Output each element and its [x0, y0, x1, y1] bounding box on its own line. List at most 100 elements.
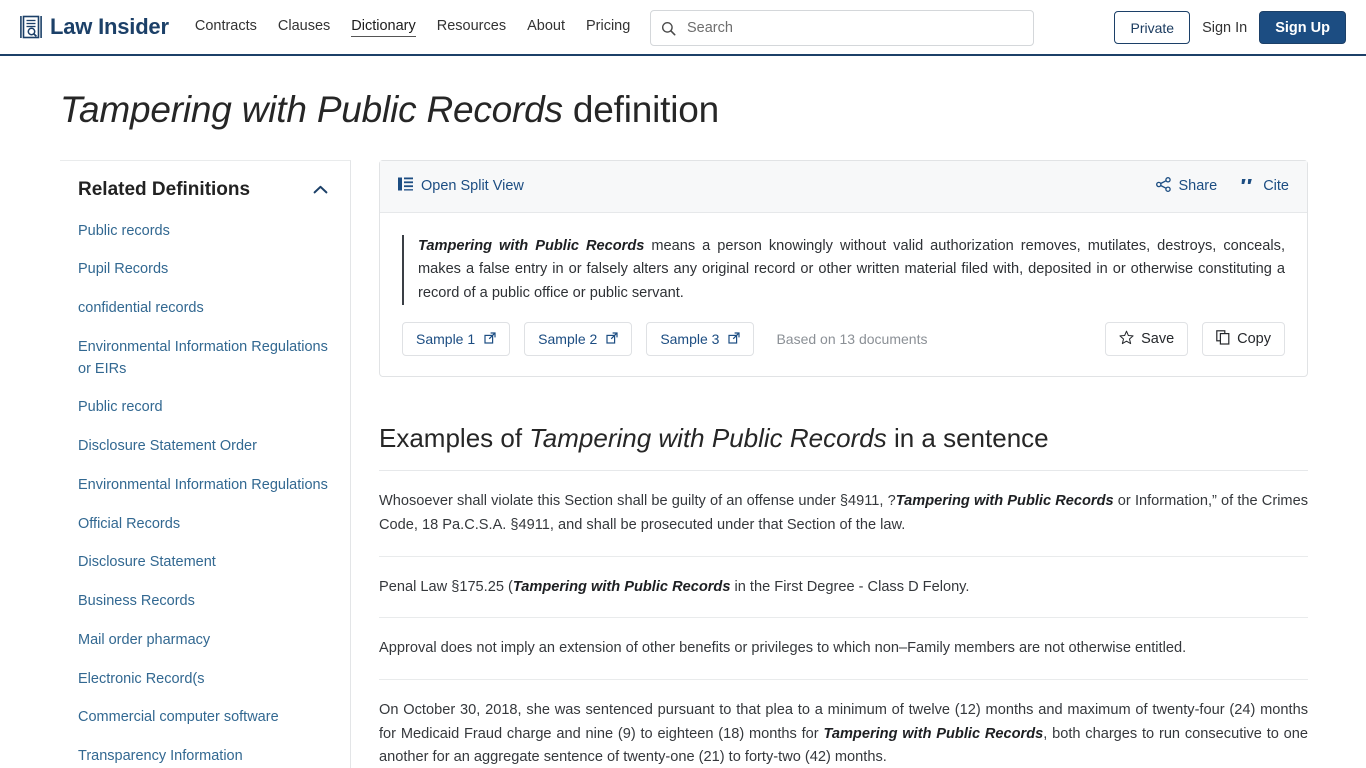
sign-up-button[interactable]: Sign Up	[1259, 11, 1346, 44]
sample-1-label: Sample 1	[416, 331, 476, 348]
nav-item-dictionary[interactable]: Dictionary	[351, 18, 416, 37]
sample-2-button[interactable]: Sample 2	[524, 322, 633, 357]
examples-heading-suffix: in a sentence	[886, 423, 1049, 454]
copy-icon	[1216, 330, 1230, 349]
sidebar-item-public-records[interactable]: Public records	[78, 221, 328, 243]
example-term: Tampering with Public Records	[823, 725, 1044, 742]
split-view-icon	[398, 177, 413, 195]
list-item: Disclosure Statement	[78, 552, 328, 574]
sidebar-item-confidential-records[interactable]: confidential records	[78, 298, 328, 320]
list-item: Mail order pharmacy	[78, 630, 328, 652]
sidebar-item-mail-order-pharmacy[interactable]: Mail order pharmacy	[78, 630, 328, 652]
examples-heading-term: Tampering with Public Records	[529, 423, 887, 454]
sidebar-item-environmental-information-regulations-or-eirs[interactable]: Environmental Information Regulations or…	[78, 337, 328, 381]
nav-item-resources[interactable]: Resources	[437, 18, 506, 36]
example-term: Tampering with Public Records	[512, 578, 731, 595]
example-sentence: On October 30, 2018, she was sentenced p…	[379, 680, 1308, 768]
copy-label: Copy	[1237, 331, 1271, 348]
share-button[interactable]: Share	[1155, 176, 1217, 196]
list-item: Public record	[78, 397, 328, 419]
save-label: Save	[1141, 331, 1175, 348]
related-definitions-list: Public records Pupil Records confidentia…	[78, 221, 328, 768]
page-title-suffix: definition	[562, 89, 720, 130]
copy-button[interactable]: Copy	[1202, 322, 1285, 357]
cite-button[interactable]: Cite	[1241, 178, 1289, 194]
example-sentence: Whosoever shall violate this Section sha…	[379, 471, 1308, 557]
definition-term: Tampering with Public Records	[418, 237, 645, 254]
sidebar-item-public-record[interactable]: Public record	[78, 397, 328, 419]
search-input[interactable]	[685, 19, 1023, 37]
site-header: Law Insider Contracts Clauses Dictionary…	[0, 0, 1366, 56]
main-content: Open Split View Share Cite Tampering wit…	[351, 159, 1366, 768]
list-item: Commercial computer software	[78, 707, 328, 729]
definition-toolbar: Open Split View Share Cite	[380, 160, 1307, 213]
definition-card: Open Split View Share Cite Tampering wit…	[379, 159, 1308, 378]
example-sentence: Penal Law §175.25 (Tampering with Public…	[379, 557, 1308, 619]
sidebar-item-business-records[interactable]: Business Records	[78, 591, 328, 613]
sidebar-item-environmental-information-regulations[interactable]: Environmental Information Regulations	[78, 475, 328, 497]
sample-3-label: Sample 3	[660, 331, 720, 348]
list-item: Electronic Record(s	[78, 669, 328, 691]
sidebar-item-disclosure-statement[interactable]: Disclosure Statement	[78, 552, 328, 574]
list-item: confidential records	[78, 298, 328, 320]
list-item: Official Records	[78, 514, 328, 536]
main-layout: Related Definitions Public records Pupil…	[0, 159, 1366, 768]
list-item: Environmental Information Regulations or…	[78, 337, 328, 381]
document-search-icon	[20, 15, 42, 39]
external-link-icon	[728, 331, 741, 347]
related-definitions-sidebar: Related Definitions Public records Pupil…	[60, 159, 351, 768]
list-item: Pupil Records	[78, 259, 328, 281]
sidebar-item-transparency-information[interactable]: Transparency Information	[78, 746, 328, 768]
logo[interactable]: Law Insider	[20, 14, 169, 40]
sidebar-title: Related Definitions	[78, 178, 251, 200]
list-item: Public records	[78, 221, 328, 243]
sample-1-button[interactable]: Sample 1	[402, 322, 511, 357]
definition-body: Tampering with Public Records means a pe…	[380, 213, 1307, 306]
example-before: Penal Law §175.25 (	[379, 578, 513, 595]
nav-item-contracts[interactable]: Contracts	[195, 18, 257, 36]
quote-icon	[1241, 178, 1255, 194]
save-button[interactable]: Save	[1105, 322, 1189, 357]
example-after: in the First Degree - Class D Felony.	[730, 578, 970, 595]
search-box[interactable]	[650, 10, 1034, 46]
list-item: Environmental Information Regulations	[78, 475, 328, 497]
example-before: Approval does not imply an extension of …	[379, 640, 1187, 657]
page-title-term: Tampering with Public Records	[60, 89, 563, 130]
example-term: Tampering with Public Records	[895, 493, 1114, 510]
list-item: Transparency Information	[78, 746, 328, 768]
external-link-icon	[484, 331, 496, 347]
nav-item-pricing[interactable]: Pricing	[586, 18, 630, 36]
based-on-documents: Based on 13 documents	[776, 331, 928, 348]
examples-heading-prefix: Examples of	[379, 423, 530, 454]
sidebar-item-disclosure-statement-order[interactable]: Disclosure Statement Order	[78, 436, 328, 458]
sample-2-label: Sample 2	[538, 331, 598, 348]
list-item: Business Records	[78, 591, 328, 613]
sidebar-item-commercial-computer-software[interactable]: Commercial computer software	[78, 707, 328, 729]
list-item: Disclosure Statement Order	[78, 436, 328, 458]
private-button[interactable]: Private	[1114, 11, 1191, 44]
search-icon	[661, 21, 676, 36]
example-sentence: Approval does not imply an extension of …	[379, 618, 1308, 681]
sidebar-item-electronic-records[interactable]: Electronic Record(s	[78, 669, 328, 691]
definition-actions: Sample 1 Sample 2 Sample 3 Based on 13 d…	[380, 305, 1307, 376]
sample-3-button[interactable]: Sample 3	[646, 322, 755, 357]
main-nav: Contracts Clauses Dictionary Resources A…	[195, 18, 630, 37]
sidebar-item-official-records[interactable]: Official Records	[78, 514, 328, 536]
nav-item-clauses[interactable]: Clauses	[278, 18, 330, 36]
definition-text: Tampering with Public Records means a pe…	[402, 234, 1285, 306]
cite-label: Cite	[1263, 178, 1289, 195]
examples-heading: Examples of Tampering with Public Record…	[379, 423, 1308, 472]
sidebar-item-pupil-records[interactable]: Pupil Records	[78, 259, 328, 281]
logo-text: Law Insider	[50, 14, 169, 39]
sign-in-link[interactable]: Sign In	[1202, 20, 1247, 36]
example-before: Whosoever shall violate this Section sha…	[379, 493, 896, 510]
sidebar-header[interactable]: Related Definitions	[78, 179, 328, 201]
share-icon	[1155, 176, 1171, 196]
chevron-up-icon[interactable]	[313, 185, 328, 194]
open-split-view-button[interactable]: Open Split View	[398, 177, 524, 195]
page-title: Tampering with Public Records definition	[0, 56, 1366, 132]
open-split-view-label: Open Split View	[421, 178, 524, 195]
external-link-icon	[606, 331, 618, 347]
nav-item-about[interactable]: About	[527, 18, 565, 36]
star-icon	[1119, 330, 1134, 349]
